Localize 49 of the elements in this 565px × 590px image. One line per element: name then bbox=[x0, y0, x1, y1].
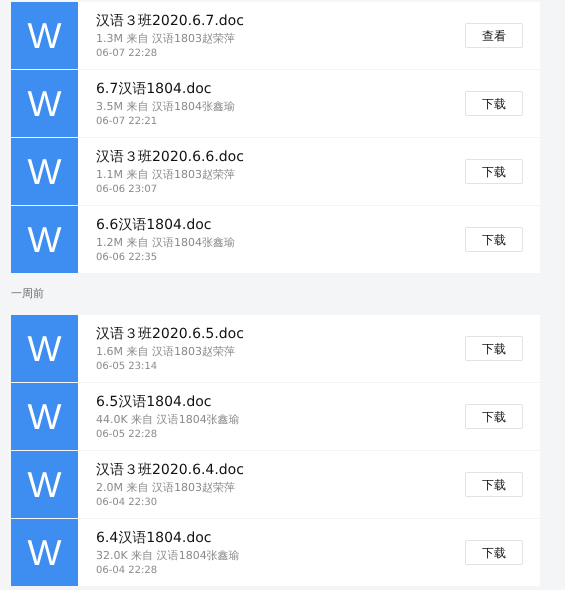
file-time: 06-05 23:14 bbox=[96, 360, 158, 374]
file-meta: 2.0M 来自 汉语1803赵荣萍 bbox=[96, 480, 236, 496]
word-file-icon: W bbox=[11, 206, 78, 273]
file-row[interactable]: W 6.4汉语1804.doc 32.0K 来自 汉语1804张鑫瑜 06-04 22:28 下载 bbox=[11, 519, 540, 586]
file-name: 汉语３班2020.6.4.doc bbox=[96, 460, 245, 480]
file-row[interactable]: W 6.5汉语1804.doc 44.0K 来自 汉语1804张鑫瑜 06-05 22:28 下载 bbox=[11, 383, 540, 450]
action-button[interactable]: 下载 bbox=[465, 336, 523, 361]
file-meta: 1.3M 来自 汉语1803赵荣萍 bbox=[96, 30, 236, 46]
word-file-icon: W bbox=[11, 2, 78, 69]
file-meta: 1.2M 来自 汉语1804张鑫瑜 bbox=[96, 234, 236, 250]
file-meta: 1.6M 来自 汉语1803赵荣萍 bbox=[96, 344, 236, 360]
file-time: 06-07 22:21 bbox=[96, 114, 158, 128]
file-meta: 44.0K 来自 汉语1804张鑫瑜 bbox=[96, 412, 241, 428]
file-row[interactable]: W 汉语３班2020.6.4.doc 2.0M 来自 汉语1803赵荣萍 06-04 22:30 下载 bbox=[11, 451, 540, 518]
action-button[interactable]: 下载 bbox=[465, 472, 523, 497]
action-button[interactable]: 查看 bbox=[465, 23, 523, 48]
file-row[interactable]: W 汉语３班2020.6.5.doc 1.6M 来自 汉语1803赵荣萍 06-05 23:14 下载 bbox=[11, 315, 540, 382]
file-time: 06-05 22:28 bbox=[96, 428, 158, 442]
word-file-icon: W bbox=[11, 315, 78, 382]
action-button[interactable]: 下载 bbox=[465, 404, 523, 429]
file-row[interactable]: W 汉语３班2020.6.6.doc 1.1M 来自 汉语1803赵荣萍 06-06 23:07 下载 bbox=[11, 138, 540, 205]
file-name: 汉语３班2020.6.5.doc bbox=[96, 324, 245, 344]
word-file-icon: W bbox=[11, 519, 78, 586]
action-button[interactable]: 下载 bbox=[465, 540, 523, 565]
file-row[interactable]: W 6.6汉语1804.doc 1.2M 来自 汉语1804张鑫瑜 06-06 22:35 下载 bbox=[11, 206, 540, 273]
file-meta: 32.0K 来自 汉语1804张鑫瑜 bbox=[96, 548, 241, 564]
file-time: 06-06 22:35 bbox=[96, 250, 158, 264]
file-meta: 1.1M 来自 汉语1803赵荣萍 bbox=[96, 166, 236, 182]
file-meta: 3.5M 来自 汉语1804张鑫瑜 bbox=[96, 98, 236, 114]
action-button[interactable]: 下载 bbox=[465, 91, 523, 116]
action-button[interactable]: 下载 bbox=[465, 159, 523, 184]
word-file-icon: W bbox=[11, 451, 78, 518]
word-file-icon: W bbox=[11, 70, 78, 137]
section-heading: 一周前 bbox=[11, 286, 44, 302]
file-name: 6.4汉语1804.doc bbox=[96, 528, 212, 548]
file-name: 汉语３班2020.6.7.doc bbox=[96, 12, 245, 30]
word-file-icon: W bbox=[11, 383, 78, 450]
file-time: 06-04 22:28 bbox=[96, 564, 158, 578]
file-row[interactable]: W 6.7汉语1804.doc 3.5M 来自 汉语1804张鑫瑜 06-07 22:21 下载 bbox=[11, 70, 540, 137]
file-time: 06-07 22:28 bbox=[96, 46, 158, 60]
file-time: 06-04 22:30 bbox=[96, 496, 158, 510]
file-name: 6.5汉语1804.doc bbox=[96, 392, 212, 412]
file-name: 汉语３班2020.6.6.doc bbox=[96, 148, 245, 166]
file-name: 6.7汉语1804.doc bbox=[96, 80, 212, 98]
file-row[interactable]: W 汉语３班2020.6.7.doc 1.3M 来自 汉语1803赵荣萍 06-07 22:28 查看 bbox=[11, 2, 540, 69]
file-time: 06-06 23:07 bbox=[96, 182, 158, 196]
file-name: 6.6汉语1804.doc bbox=[96, 216, 212, 234]
word-file-icon: W bbox=[11, 138, 78, 205]
action-button[interactable]: 下载 bbox=[465, 227, 523, 252]
